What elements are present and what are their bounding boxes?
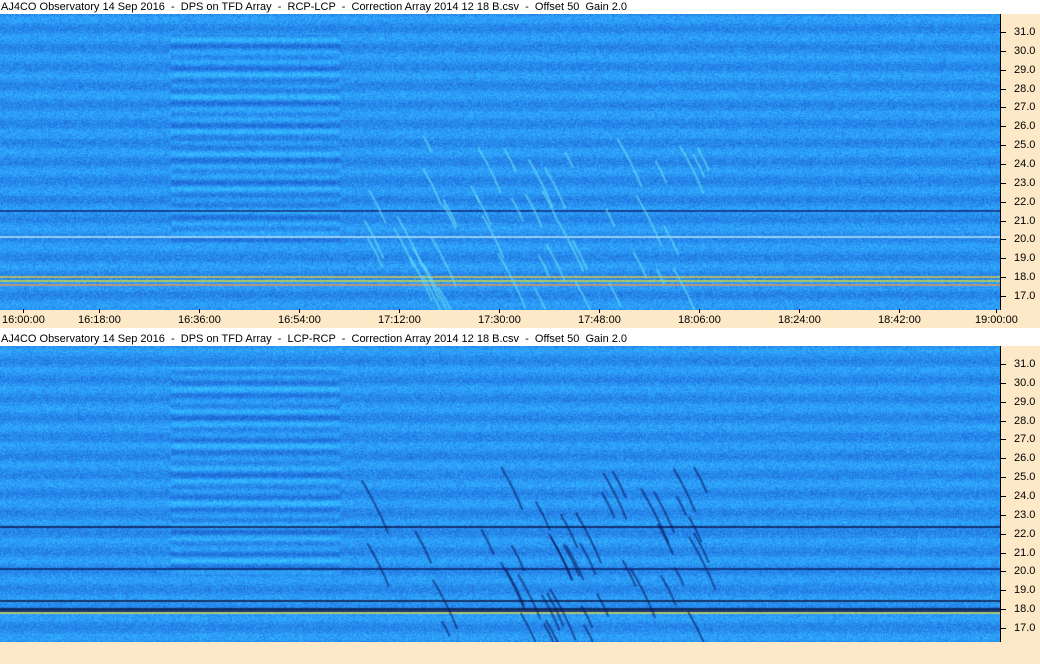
frequency-tick-label: 19.0: [1014, 584, 1036, 597]
frequency-tick-label: 27.0: [1014, 433, 1036, 446]
frequency-tick-label: 18.0: [1014, 271, 1036, 284]
frequency-axis-panel-1: 31.0 30.0 29.0 28.0 27.0 26.0 25.0 24.0 23.0 22.0…: [1000, 14, 1040, 310]
time-tick-label: 16:00:00: [2, 314, 45, 326]
time-tick: 17:30:00: [478, 309, 521, 326]
panel-1-title: AJ4CO Observatory 14 Sep 2016 - DPS on T…: [0, 0, 1040, 14]
frequency-tick-label: 23.0: [1014, 176, 1036, 189]
spectrogram-lcp-rcp[interactable]: [0, 346, 1000, 642]
frequency-tick-label: 18.0: [1014, 603, 1036, 616]
frequency-tick-label: 30.0: [1014, 44, 1036, 57]
frequency-tick-label: 23.0: [1014, 508, 1036, 521]
time-tick-label: 16:18:00: [78, 314, 121, 326]
time-axis-panel-1: 16:00:00 16:18:00 16:36:00 16:54:00 17:12:00…: [0, 309, 1040, 328]
time-tick: 17:48:00: [578, 309, 621, 326]
frequency-tick-label: 25.0: [1014, 471, 1036, 484]
time-tick-label: 17:48:00: [578, 314, 621, 326]
time-tick-label: 16:54:00: [278, 314, 321, 326]
frequency-axis-panel-2: 31.0 30.0 29.0 28.0 27.0 26.0 25.0 24.0 23.0 22.0…: [1000, 346, 1040, 642]
frequency-tick-label: 24.0: [1014, 157, 1036, 170]
frequency-tick-label: 20.0: [1014, 565, 1036, 578]
time-tick-label: 19:00:00: [975, 314, 1018, 326]
frequency-tick-label: 21.0: [1014, 214, 1036, 227]
panel-2-title: AJ4CO Observatory 14 Sep 2016 - DPS on T…: [0, 332, 1040, 346]
time-tick-label: 16:36:00: [178, 314, 221, 326]
time-tick-label: 18:42:00: [878, 314, 921, 326]
frequency-tick-label: 21.0: [1014, 546, 1036, 559]
time-tick: 18:24:00: [778, 309, 821, 326]
frequency-tick-label: 30.0: [1014, 376, 1036, 389]
frequency-tick-label: 28.0: [1014, 414, 1036, 427]
frequency-tick-label: 22.0: [1014, 195, 1036, 208]
time-tick: 16:36:00: [178, 309, 221, 326]
frequency-tick-label: 26.0: [1014, 452, 1036, 465]
frequency-tick-label: 19.0: [1014, 252, 1036, 265]
time-axis-panel-2: [0, 642, 1040, 664]
frequency-tick-label: 22.0: [1014, 527, 1036, 540]
frequency-tick-label: 31.0: [1014, 358, 1036, 370]
frequency-tick-label: 17.0: [1014, 289, 1036, 302]
frequency-tick-label: 27.0: [1014, 101, 1036, 114]
time-tick: 16:54:00: [278, 309, 321, 326]
time-tick-label: 17:30:00: [478, 314, 521, 326]
time-tick: 19:00:00: [975, 309, 1018, 326]
frequency-tick-label: 28.0: [1014, 82, 1036, 95]
time-tick: 18:42:00: [878, 309, 921, 326]
frequency-tick-label: 25.0: [1014, 139, 1036, 152]
time-tick: 18:06:00: [678, 309, 721, 326]
frequency-tick-label: 26.0: [1014, 120, 1036, 133]
time-tick: 16:18:00: [78, 309, 121, 326]
frequency-tick-label: 17.0: [1014, 621, 1036, 634]
time-tick-label: 18:06:00: [678, 314, 721, 326]
frequency-tick-label: 29.0: [1014, 395, 1036, 408]
frequency-tick-label: 29.0: [1014, 63, 1036, 76]
time-tick: 16:00:00: [2, 309, 45, 326]
spectrogram-canvas-rcp-lcp: [0, 14, 1000, 310]
frequency-tick-label: 24.0: [1014, 489, 1036, 502]
spectrogram-rcp-lcp[interactable]: [0, 14, 1000, 310]
time-tick-label: 17:12:00: [378, 314, 421, 326]
time-tick: 17:12:00: [378, 309, 421, 326]
spectrogram-canvas-lcp-rcp: [0, 346, 1000, 642]
time-tick-label: 18:24:00: [778, 314, 821, 326]
frequency-tick-label: 31.0: [1014, 26, 1036, 38]
frequency-tick-label: 20.0: [1014, 233, 1036, 246]
